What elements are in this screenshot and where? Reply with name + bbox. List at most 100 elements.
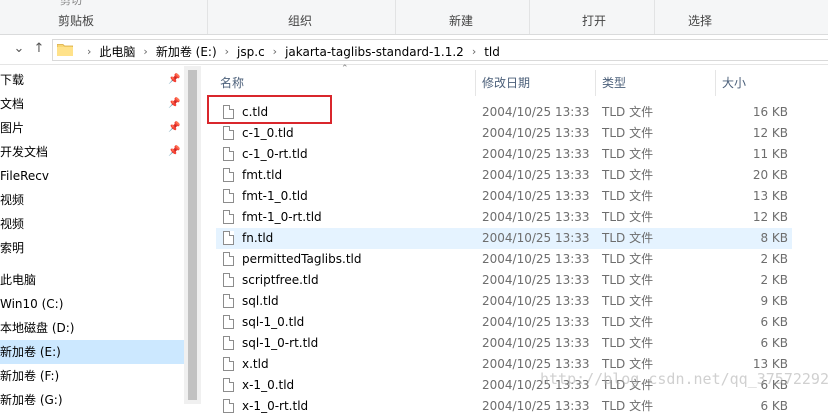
file-date: 2004/10/25 13:33 <box>482 336 590 350</box>
file-icon <box>223 315 234 329</box>
cut-label[interactable]: 剪切 <box>60 0 82 8</box>
file-row[interactable]: fmt-1_0-rt.tld 2004/10/25 13:33 TLD 文件 12 K… <box>216 207 792 228</box>
file-date: 2004/10/25 13:33 <box>482 168 590 182</box>
file-size: 12 KB <box>752 126 788 140</box>
address-bar: ⌄ ↑ › 此电脑 › 新加卷 (E:) › jsp.c › jakarta-t… <box>0 36 828 65</box>
file-row[interactable]: c-1_0-rt.tld 2004/10/25 13:33 TLD 文件 11 KB <box>216 144 792 165</box>
chevron-right-icon[interactable]: › <box>472 45 476 58</box>
file-size: 2 KB <box>760 252 788 266</box>
nav-item-dev-docs[interactable]: 开发文档 📌 <box>0 140 184 164</box>
file-row[interactable]: c-1_0.tld 2004/10/25 13:33 TLD 文件 12 KB <box>216 123 792 144</box>
file-name: scriptfree.tld <box>242 273 319 287</box>
dropdown-icon[interactable]: ⌄ <box>12 42 26 56</box>
column-header-name[interactable]: 名称 <box>220 70 244 96</box>
file-type: TLD 文件 <box>602 147 654 161</box>
file-name: x.tld <box>242 357 269 371</box>
file-type: TLD 文件 <box>602 189 654 203</box>
nav-item-drive-f[interactable]: 新加卷 (F:) <box>0 364 184 388</box>
file-icon <box>223 399 234 413</box>
crumb-jakarta[interactable]: jakarta-taglibs-standard-1.1.2 <box>285 45 464 59</box>
file-row[interactable]: sql-1_0-rt.tld 2004/10/25 13:33 TLD 文件 6 KB <box>216 333 792 354</box>
file-type: TLD 文件 <box>602 336 654 350</box>
pin-icon: 📌 <box>168 122 181 133</box>
column-header-date[interactable]: 修改日期 <box>482 70 530 96</box>
file-size: 8 KB <box>760 231 788 245</box>
file-icon <box>223 357 234 371</box>
crumb-drive-e[interactable]: 新加卷 (E:) <box>156 43 217 60</box>
file-row[interactable]: sql.tld 2004/10/25 13:33 TLD 文件 9 KB <box>216 291 792 312</box>
file-date: 2004/10/25 13:33 <box>482 189 590 203</box>
file-row[interactable]: fmt-1_0.tld 2004/10/25 13:33 TLD 文件 13 KB <box>216 186 792 207</box>
file-type: TLD 文件 <box>602 273 654 287</box>
group-clipboard: 剪贴板 <box>58 14 95 28</box>
pin-icon: 📌 <box>168 98 181 109</box>
group-new: 新建 <box>449 14 474 28</box>
up-arrow-icon[interactable]: ↑ <box>32 42 46 56</box>
nav-item-filerecv[interactable]: FileRecv <box>0 164 184 188</box>
chevron-right-icon[interactable]: › <box>273 45 277 58</box>
breadcrumb: › 此电脑 › 新加卷 (E:) › jsp.c › jakarta-tagli… <box>79 43 500 60</box>
file-row[interactable]: sql-1_0.tld 2004/10/25 13:33 TLD 文件 6 KB <box>216 312 792 333</box>
file-row[interactable]: fn.tld 2004/10/25 13:33 TLD 文件 8 KB <box>216 228 792 249</box>
file-date: 2004/10/25 13:33 <box>482 252 590 266</box>
file-date: 2004/10/25 13:33 <box>482 231 590 245</box>
file-row[interactable]: fmt.tld 2004/10/25 13:33 TLD 文件 20 KB <box>216 165 792 186</box>
nav-item-videos-2[interactable]: 视频 <box>0 212 184 236</box>
nav-item-downloads[interactable]: 下载 📌 <box>0 68 184 92</box>
nav-item-documents[interactable]: 文档 📌 <box>0 92 184 116</box>
file-icon <box>223 210 234 224</box>
file-type: TLD 文件 <box>602 315 654 329</box>
group-open: 打开 <box>582 14 607 28</box>
nav-item-drive-d[interactable]: 本地磁盘 (D:) <box>0 316 184 340</box>
sidebar-scrollbar[interactable] <box>184 66 201 404</box>
column-header-size[interactable]: 大小 <box>722 70 746 96</box>
crumb-jsp-c[interactable]: jsp.c <box>237 45 265 59</box>
chevron-right-icon[interactable]: › <box>225 45 229 58</box>
file-date: 2004/10/25 13:33 <box>482 315 590 329</box>
crumb-this-pc[interactable]: 此电脑 <box>99 43 135 60</box>
chevron-right-icon[interactable]: › <box>143 45 147 58</box>
file-icon <box>223 273 234 287</box>
file-row[interactable]: scriptfree.tld 2004/10/25 13:33 TLD 文件 2 KB <box>216 270 792 291</box>
file-icon <box>223 378 234 392</box>
nav-item-pictures[interactable]: 图片 📌 <box>0 116 184 140</box>
file-row[interactable]: x-1_0-rt.tld 2004/10/25 13:33 TLD 文件 6 KB <box>216 396 792 417</box>
file-type: TLD 文件 <box>602 210 654 224</box>
file-date: 2004/10/25 13:33 <box>482 399 590 413</box>
file-date: 2004/10/25 13:33 <box>482 105 590 119</box>
nav-item-drive-g[interactable]: 新加卷 (G:) <box>0 388 184 412</box>
file-icon <box>223 168 234 182</box>
file-type: TLD 文件 <box>602 126 654 140</box>
group-organize: 组织 <box>288 14 313 28</box>
address-input[interactable]: › 此电脑 › 新加卷 (E:) › jsp.c › jakarta-tagli… <box>52 39 828 61</box>
file-date: 2004/10/25 13:33 <box>482 126 590 140</box>
file-row[interactable]: permittedTaglibs.tld 2004/10/25 13:33 TLD … <box>216 249 792 270</box>
chevron-right-icon[interactable]: › <box>87 45 91 58</box>
file-size: 20 KB <box>752 168 788 182</box>
file-type: TLD 文件 <box>602 168 654 182</box>
file-date: 2004/10/25 13:33 <box>482 294 590 308</box>
nav-item-drive-c[interactable]: Win10 (C:) <box>0 292 184 316</box>
nav-item-index[interactable]: 索明 <box>0 236 184 260</box>
column-header-type[interactable]: 类型 <box>602 70 626 96</box>
file-icon <box>223 147 234 161</box>
file-size: 6 KB <box>760 399 788 413</box>
file-date: 2004/10/25 13:33 <box>482 147 590 161</box>
file-size: 11 KB <box>752 147 788 161</box>
file-name: x-1_0.tld <box>242 378 295 392</box>
file-icon <box>223 336 234 350</box>
file-date: 2004/10/25 13:33 <box>482 273 590 287</box>
nav-item-drive-e[interactable]: 新加卷 (E:) <box>0 340 184 364</box>
file-name: fmt-1_0-rt.tld <box>242 210 322 224</box>
file-date: 2004/10/25 13:33 <box>482 210 590 224</box>
scrollbar-thumb[interactable] <box>188 70 197 400</box>
nav-item-this-pc[interactable]: 此电脑 <box>0 268 184 292</box>
file-name: c-1_0-rt.tld <box>242 147 308 161</box>
nav-item-videos[interactable]: 视频 <box>0 188 184 212</box>
file-icon <box>223 189 234 203</box>
file-name: c-1_0.tld <box>242 126 294 140</box>
file-name: permittedTaglibs.tld <box>242 252 362 266</box>
file-icon <box>223 126 234 140</box>
crumb-tld[interactable]: tld <box>484 45 500 59</box>
file-name: sql-1_0.tld <box>242 315 305 329</box>
